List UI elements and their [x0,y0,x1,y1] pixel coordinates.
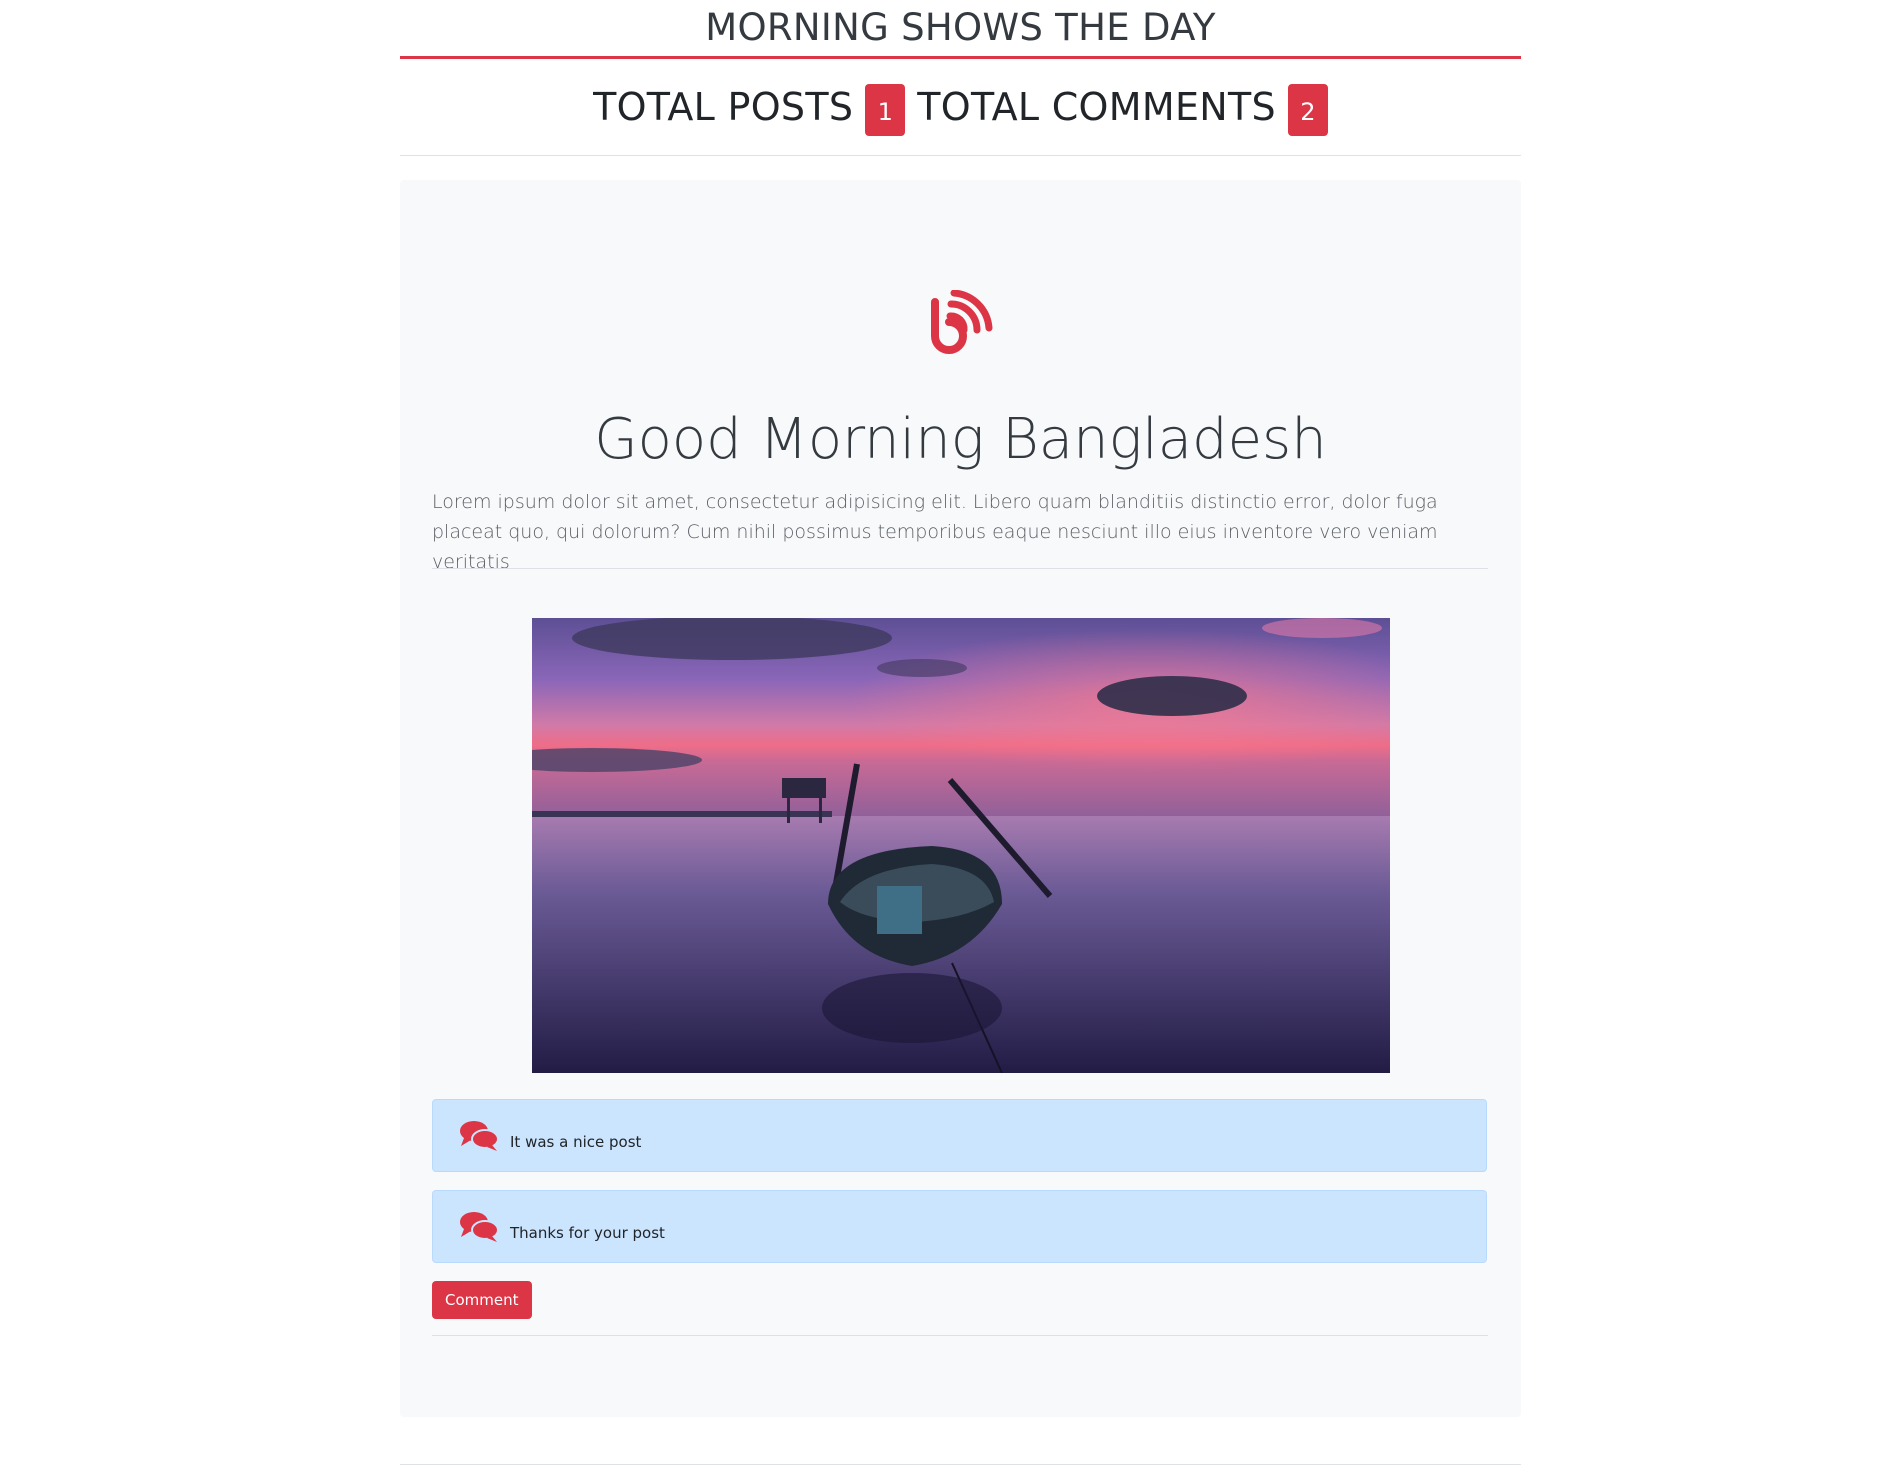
comments-icon [460,1212,499,1242]
stats-bar: TOTAL POSTS 1 TOTAL COMMENTS 2 [400,59,1521,156]
comment-text: It was a nice post [510,1133,642,1151]
total-comments-badge: 2 [1287,84,1328,136]
comment-text: Thanks for your post [510,1224,665,1242]
post-card: Good Morning Bangladesh Lorem ipsum dolo… [400,180,1521,1417]
comment-item: Thanks for your post [432,1190,1487,1263]
total-comments-label: TOTAL COMMENTS [917,85,1276,129]
page-bottom-divider [400,1464,1521,1465]
site-title: MORNING SHOWS THE DAY [705,6,1216,49]
page-container: MORNING SHOWS THE DAY TOTAL POSTS 1 TOTA… [400,0,1521,1465]
post-footer-divider [432,1335,1488,1336]
comment-button[interactable]: Comment [432,1281,532,1319]
total-posts-badge: 1 [865,84,906,136]
blog-icon [931,290,993,354]
comment-item: It was a nice post [432,1099,1487,1172]
post-body: Lorem ipsum dolor sit amet, consectetur … [432,491,1438,573]
post-title: Good Morning Bangladesh [594,407,1327,472]
comments-icon [460,1121,499,1151]
total-posts-label: TOTAL POSTS [593,85,854,129]
post-divider [432,568,1488,569]
sunset-boat-photo [532,618,1390,1073]
